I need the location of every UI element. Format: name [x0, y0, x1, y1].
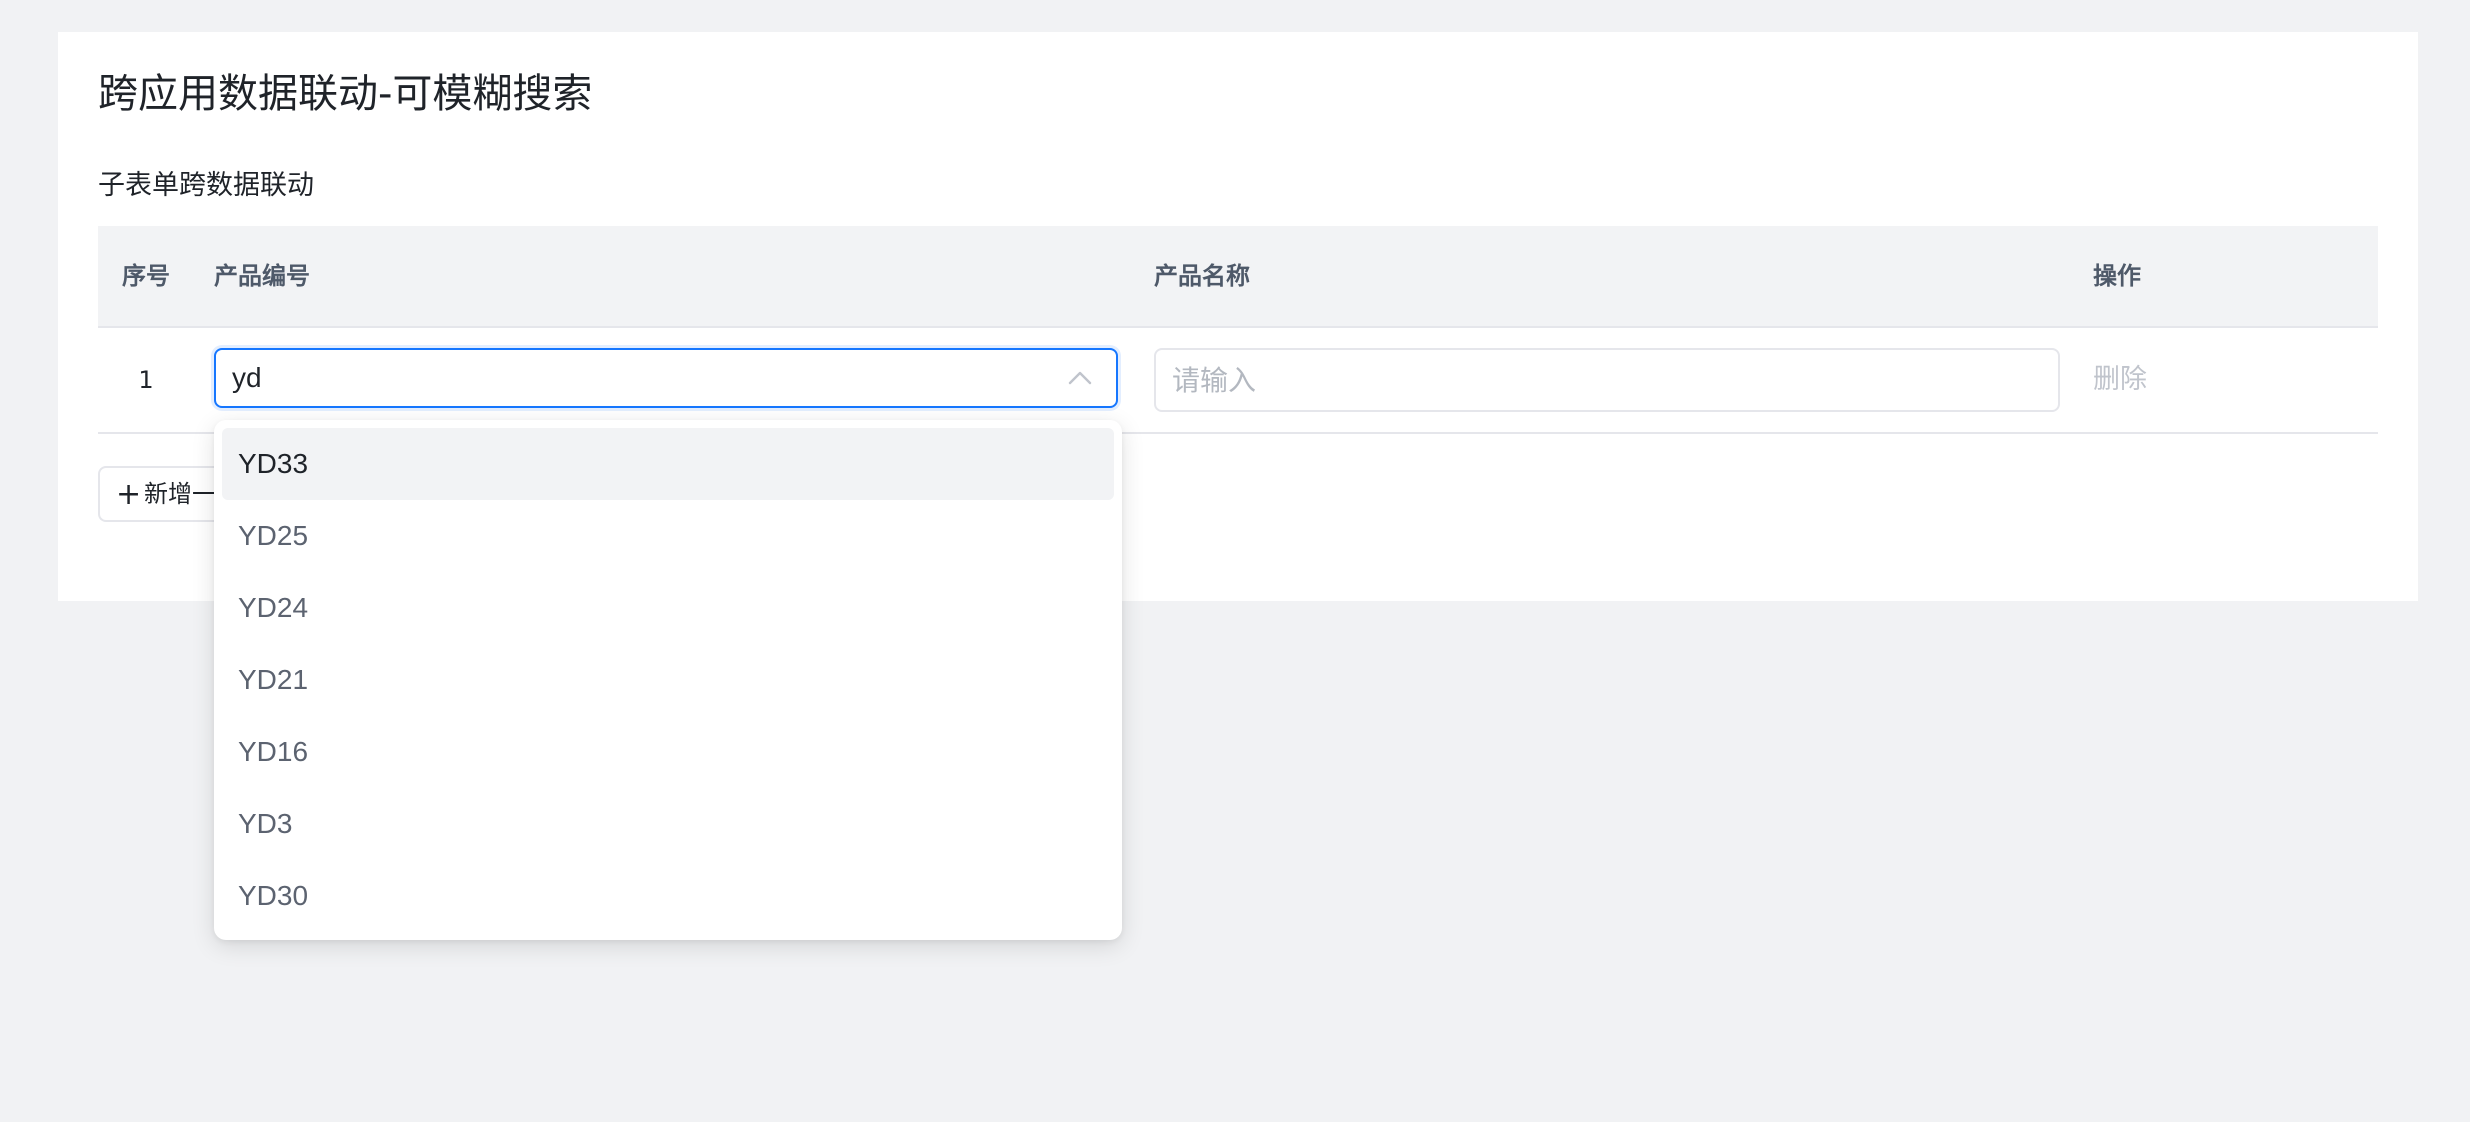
- plus-icon: +: [116, 477, 142, 512]
- dropdown-option[interactable]: YD24: [222, 572, 1114, 644]
- add-row-label: 新增一: [144, 480, 216, 508]
- column-header-index: 序号: [122, 262, 170, 290]
- page-title: 跨应用数据联动-可模糊搜索: [98, 71, 593, 117]
- section-title: 子表单跨数据联动: [98, 170, 314, 201]
- column-header-actions: 操作: [2093, 262, 2141, 290]
- product-name-input[interactable]: [1154, 348, 2060, 412]
- dropdown-option[interactable]: YD30: [222, 860, 1114, 932]
- table-header: 序号 产品编号 产品名称 操作: [98, 226, 2378, 328]
- column-header-product-code: 产品编号: [214, 262, 310, 290]
- dropdown-option[interactable]: YD33: [222, 428, 1114, 500]
- dropdown-option[interactable]: YD25: [222, 500, 1114, 572]
- dropdown-option[interactable]: YD3: [222, 788, 1114, 860]
- row-index: 1: [138, 366, 154, 394]
- chevron-up-icon[interactable]: [1066, 364, 1094, 392]
- product-code-dropdown: YD33 YD25 YD24 YD21 YD16 YD3 YD30: [214, 420, 1122, 940]
- table-row: 1 删除: [98, 328, 2378, 434]
- product-code-select[interactable]: [214, 348, 1118, 408]
- delete-row-button[interactable]: 删除: [2093, 328, 2147, 432]
- product-code-search-input[interactable]: [216, 350, 1052, 406]
- dropdown-option[interactable]: YD21: [222, 644, 1114, 716]
- dropdown-option[interactable]: YD16: [222, 716, 1114, 788]
- column-header-product-name: 产品名称: [1154, 262, 1250, 290]
